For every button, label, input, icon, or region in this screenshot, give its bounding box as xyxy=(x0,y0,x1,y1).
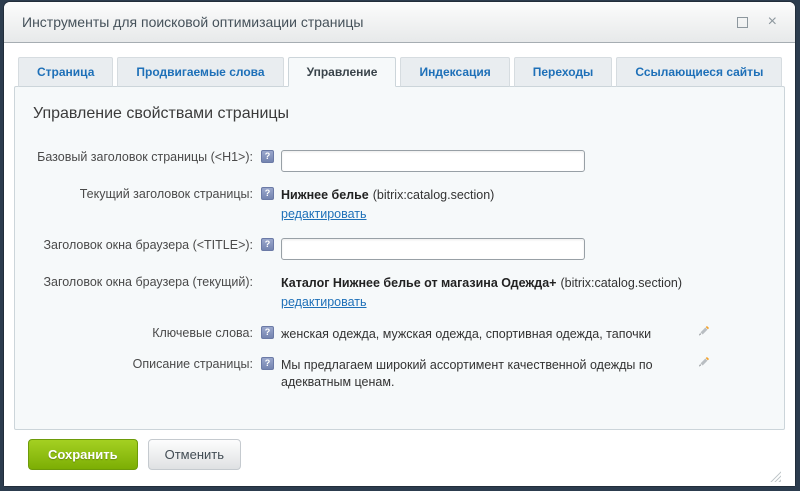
tab-management[interactable]: Управление xyxy=(288,57,397,87)
help-icon[interactable]: ? xyxy=(261,326,274,339)
help-icon[interactable]: ? xyxy=(261,150,274,163)
dialog-body: Страница Продвигаемые слова Управление И… xyxy=(4,43,795,486)
row-window-title: Заголовок окна браузера (<TITLE>): ? xyxy=(33,235,766,260)
row-current-title: Текущий заголовок страницы: ? Нижнее бел… xyxy=(33,184,766,223)
tab-transitions[interactable]: Переходы xyxy=(514,57,613,87)
resize-grip[interactable] xyxy=(769,470,781,482)
edit-window-title-link[interactable]: редактировать xyxy=(281,294,367,311)
keywords-label: Ключевые слова: xyxy=(33,323,253,340)
base-h1-label: Базовый заголовок страницы (<H1>): xyxy=(33,147,253,164)
management-panel: Управление свойствами страницы Базовый з… xyxy=(14,86,785,430)
current-title-component: (bitrix:catalog.section) xyxy=(373,188,495,202)
description-label: Описание страницы: xyxy=(33,354,253,371)
panel-heading: Управление свойствами страницы xyxy=(33,105,766,123)
window-title-current-component: (bitrix:catalog.section) xyxy=(560,276,682,290)
window-title-current-value: Каталог Нижнее белье от магазина Одежда+ xyxy=(281,276,556,290)
row-base-h1: Базовый заголовок страницы (<H1>): ? xyxy=(33,147,766,172)
window-title-label: Заголовок окна браузера (<TITLE>): xyxy=(33,235,253,252)
dialog-footer: Сохранить Отменить xyxy=(14,430,785,486)
tab-promoted-words[interactable]: Продвигаемые слова xyxy=(117,57,283,87)
tab-referring-sites[interactable]: Ссылающиеся сайты xyxy=(616,57,782,87)
help-icon[interactable]: ? xyxy=(261,357,274,370)
window-controls: × xyxy=(737,14,777,30)
base-h1-input[interactable] xyxy=(281,150,585,172)
edit-pencil-icon[interactable] xyxy=(697,356,710,372)
edit-pencil-icon[interactable] xyxy=(697,325,710,341)
window-title-current-label: Заголовок окна браузера (текущий): xyxy=(33,272,253,289)
page-properties-form: Базовый заголовок страницы (<H1>): ? Тек… xyxy=(33,147,766,391)
row-keywords: Ключевые слова: ? женская одежда, мужска… xyxy=(33,323,766,343)
tab-indexing[interactable]: Индексация xyxy=(400,57,509,87)
seo-tools-dialog: Инструменты для поисковой оптимизации ст… xyxy=(4,2,795,486)
help-icon[interactable]: ? xyxy=(261,238,274,251)
row-description: Описание страницы: ? Мы предлагаем широк… xyxy=(33,354,766,391)
row-window-title-current: Заголовок окна браузера (текущий): Катал… xyxy=(33,272,766,311)
keywords-value: женская одежда, мужская одежда, спортивн… xyxy=(281,323,685,343)
help-icon[interactable]: ? xyxy=(261,187,274,200)
edit-current-title-link[interactable]: редактировать xyxy=(281,206,367,223)
close-icon[interactable]: × xyxy=(768,14,777,30)
description-value: Мы предлагаем широкий ассортимент качест… xyxy=(281,354,685,391)
current-title-value: Нижнее белье xyxy=(281,188,369,202)
tab-bar: Страница Продвигаемые слова Управление И… xyxy=(18,57,785,87)
dialog-title: Инструменты для поисковой оптимизации ст… xyxy=(22,14,363,30)
window-title-input[interactable] xyxy=(281,238,585,260)
dialog-titlebar: Инструменты для поисковой оптимизации ст… xyxy=(4,2,795,43)
current-title-label: Текущий заголовок страницы: xyxy=(33,184,253,201)
maximize-icon[interactable] xyxy=(737,17,748,28)
cancel-button[interactable]: Отменить xyxy=(148,439,241,470)
tab-page[interactable]: Страница xyxy=(18,57,113,87)
save-button[interactable]: Сохранить xyxy=(28,439,138,470)
